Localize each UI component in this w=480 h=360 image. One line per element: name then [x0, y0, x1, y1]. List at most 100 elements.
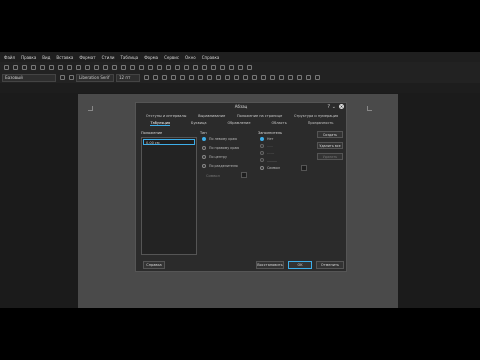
close-icon[interactable]: ✕	[339, 104, 344, 109]
fill-dashes-label: ------	[267, 151, 275, 155]
bullets-icon[interactable]	[261, 75, 266, 80]
increase-indent-icon[interactable]	[288, 75, 293, 80]
help-question-icon[interactable]: ?	[327, 104, 330, 110]
menu-form[interactable]: Форма	[144, 55, 158, 60]
export-pdf-icon[interactable]	[31, 64, 36, 70]
help-button[interactable]: Справка	[143, 261, 165, 269]
type-right-radio[interactable]: По правому краю	[202, 146, 239, 150]
decimal-symbol-input[interactable]	[241, 172, 247, 178]
undo-icon[interactable]	[94, 64, 99, 70]
tab-area[interactable]: Область	[271, 121, 286, 126]
underline-icon[interactable]	[162, 75, 167, 80]
tab-drop-caps[interactable]: Буквица	[191, 121, 206, 126]
find-replace-icon[interactable]	[112, 64, 117, 70]
fill-character-input[interactable]	[301, 165, 307, 171]
fill-underscore-radio[interactable]: ______	[260, 158, 277, 162]
outline-icon[interactable]	[279, 75, 284, 80]
spelling-icon[interactable]	[121, 64, 126, 70]
type-center-radio[interactable]: По центру	[202, 155, 227, 159]
track-changes-icon[interactable]	[229, 64, 234, 70]
cut-icon[interactable]	[58, 64, 63, 70]
ok-button[interactable]: OK	[288, 261, 312, 269]
line-spacing-icon[interactable]	[306, 75, 311, 80]
numbering-icon[interactable]	[270, 75, 275, 80]
tab-alignment[interactable]: Выравнивание	[198, 114, 225, 118]
menu-format[interactable]: Формат	[79, 55, 95, 60]
open-icon[interactable]	[13, 64, 18, 70]
fill-dots-radio[interactable]: ......	[260, 144, 273, 148]
menu-table[interactable]: Таблица	[120, 55, 138, 60]
align-right-icon[interactable]	[243, 75, 248, 80]
align-left-icon[interactable]	[225, 75, 230, 80]
tab-outline-numbering[interactable]: Структура и нумерация	[294, 114, 338, 118]
type-left-radio[interactable]: По левому краю	[202, 137, 237, 141]
formatting-marks-icon[interactable]	[130, 64, 135, 70]
tab-transparency[interactable]: Прозрачность	[308, 121, 334, 126]
menu-file[interactable]: Файл	[4, 55, 15, 60]
position-input[interactable]: 0,00 см	[143, 139, 195, 145]
strikethrough-icon[interactable]	[171, 75, 176, 80]
insert-chart-icon[interactable]	[157, 64, 162, 70]
menu-view[interactable]: Вид	[42, 55, 50, 60]
italic-icon[interactable]	[153, 75, 158, 80]
shapes-icon[interactable]	[247, 64, 252, 70]
decrease-indent-icon[interactable]	[297, 75, 302, 80]
menu-tools[interactable]: Сервис	[164, 55, 179, 60]
fill-character-radio[interactable]: Символ	[260, 166, 280, 170]
shadow-icon[interactable]	[198, 75, 203, 80]
tab-text-flow[interactable]: Положение на странице	[237, 114, 282, 118]
tab-borders[interactable]: Обрамление	[227, 121, 250, 126]
footnote-icon[interactable]	[211, 64, 216, 70]
paste-icon[interactable]	[76, 64, 81, 70]
font-name-combo[interactable]: Liberation Serif	[76, 73, 114, 82]
reset-button[interactable]: Восстановить	[256, 261, 284, 269]
font-size-combo[interactable]: 12 пт	[116, 73, 140, 82]
align-center-icon[interactable]	[234, 75, 239, 80]
horizontal-ruler[interactable]	[0, 83, 480, 93]
clone-icon[interactable]	[85, 64, 90, 70]
bold-icon[interactable]	[144, 75, 149, 80]
cancel-button[interactable]: Отменить	[316, 261, 344, 269]
menu-edit[interactable]: Правка	[21, 55, 36, 60]
save-icon[interactable]	[22, 64, 27, 70]
fill-none-radio[interactable]: Нет	[260, 137, 273, 141]
subscript-icon[interactable]	[189, 75, 194, 80]
insert-table-icon[interactable]	[139, 64, 144, 70]
delete-button[interactable]: Удалить	[317, 153, 343, 160]
print-icon[interactable]	[40, 64, 45, 70]
minimize-icon[interactable]: ⌄	[332, 104, 336, 110]
redo-icon[interactable]	[103, 64, 108, 70]
type-decimal-radio[interactable]: По разделителю	[202, 164, 238, 168]
justify-icon[interactable]	[252, 75, 257, 80]
copy-icon[interactable]	[67, 64, 72, 70]
insert-field-icon[interactable]	[184, 64, 189, 70]
superscript-icon[interactable]	[180, 75, 185, 80]
fill-dashes-radio[interactable]: ------	[260, 151, 274, 155]
new-document-icon[interactable]	[4, 64, 9, 70]
page-break-icon[interactable]	[175, 64, 180, 70]
menu-help[interactable]: Справка	[202, 55, 220, 60]
print-preview-icon[interactable]	[49, 64, 54, 70]
hyperlink-icon[interactable]	[202, 64, 207, 70]
line-icon[interactable]	[238, 64, 243, 70]
menu-insert[interactable]: Вставка	[56, 55, 73, 60]
update-style-icon[interactable]	[60, 75, 65, 80]
tab-position-list[interactable]: 0,00 см	[141, 137, 197, 255]
menu-window[interactable]: Окно	[185, 55, 196, 60]
delete-all-button[interactable]: Удалить все	[317, 142, 343, 149]
tab-tabs[interactable]: Табуляция	[150, 121, 171, 126]
tab-indents-spacing[interactable]: Отступы и интервалы	[146, 114, 187, 118]
radio-icon	[202, 155, 206, 159]
comment-icon[interactable]	[220, 64, 225, 70]
paragraph-style-combo[interactable]: Базовый	[2, 73, 56, 82]
font-color-icon[interactable]	[207, 75, 212, 80]
special-char-icon[interactable]	[193, 64, 198, 70]
paragraph-spacing-icon[interactable]	[315, 75, 320, 80]
new-tab-button[interactable]: Создать	[317, 131, 343, 138]
insert-image-icon[interactable]	[148, 64, 153, 70]
new-style-icon[interactable]	[69, 75, 74, 80]
page-corner-mark	[367, 106, 372, 111]
insert-textbox-icon[interactable]	[166, 64, 171, 70]
menu-styles[interactable]: Стили	[102, 55, 115, 60]
highlight-icon[interactable]	[216, 75, 221, 80]
